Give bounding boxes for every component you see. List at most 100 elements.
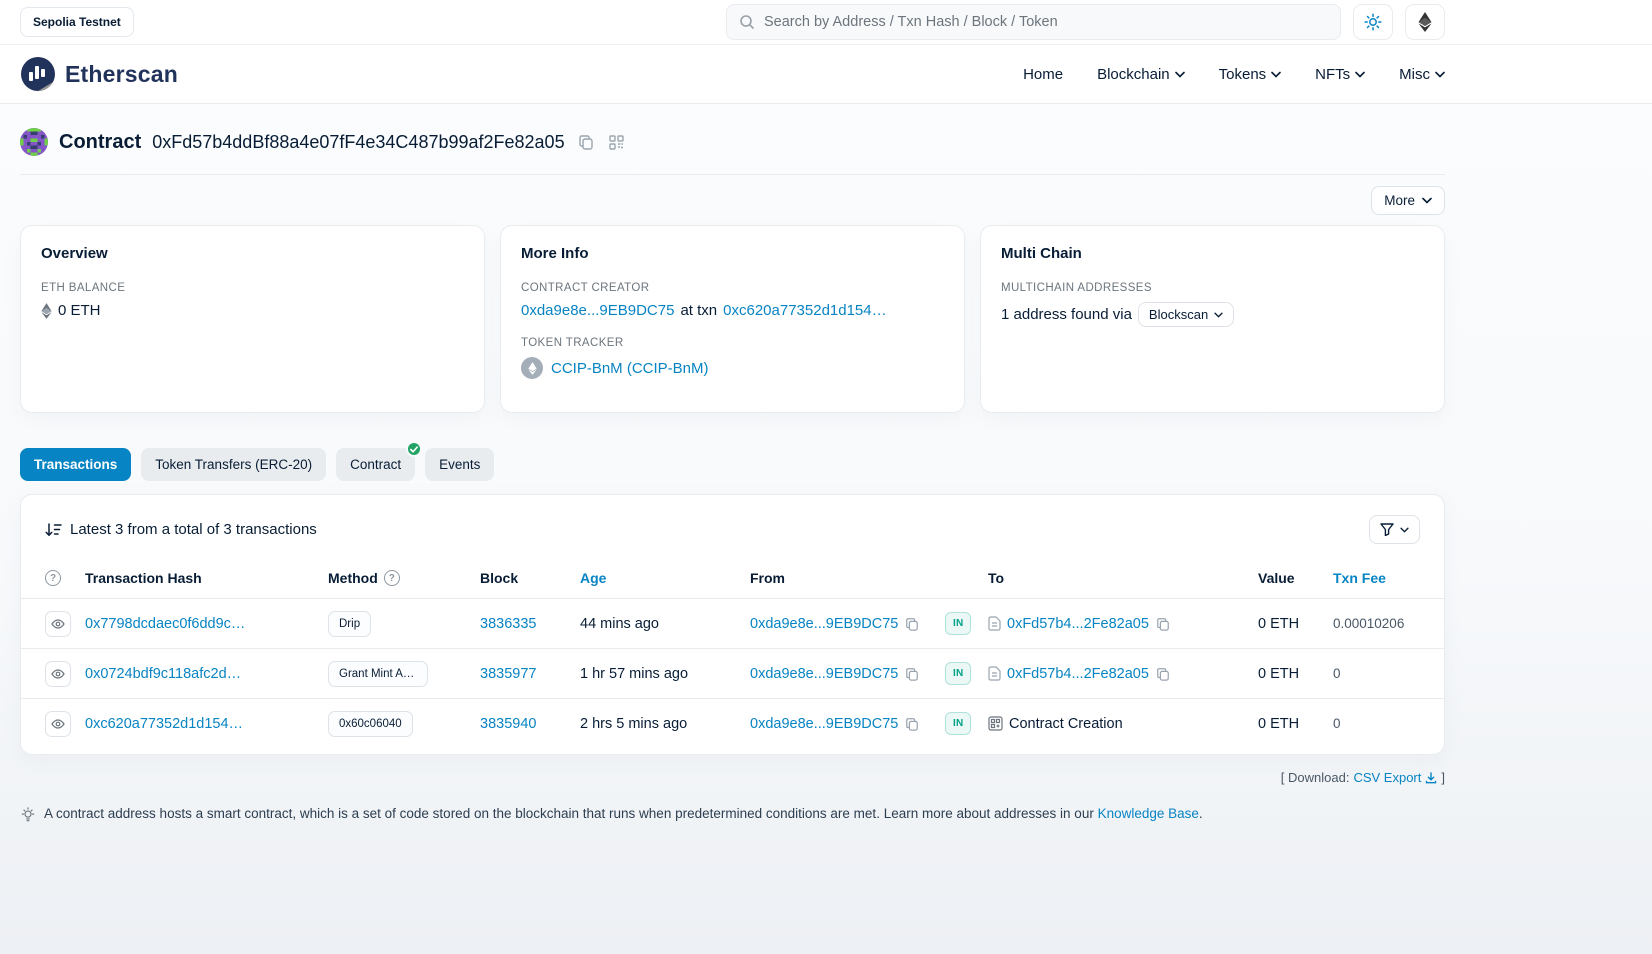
nav-item-home[interactable]: Home	[1023, 66, 1063, 83]
navbar: Etherscan Home Blockchain Tokens NFTs Mi…	[0, 44, 1652, 104]
token-icon	[521, 357, 543, 379]
method-badge: Grant Mint An…	[328, 661, 428, 687]
help-icon[interactable]: ?	[384, 570, 400, 586]
copy-icon	[905, 717, 919, 731]
to-address-link[interactable]: 0xFd57b4...2Fe82a05	[1007, 666, 1149, 682]
multi-chain-card: Multi Chain MULTICHAIN ADDRESSES 1 addre…	[980, 225, 1445, 413]
csv-export-label: CSV Export	[1353, 770, 1421, 785]
chevron-down-icon	[1435, 71, 1445, 78]
search-bar[interactable]	[726, 4, 1341, 40]
nav-item-blockchain[interactable]: Blockchain	[1097, 66, 1185, 83]
eth-balance-value: 0 ETH	[58, 302, 101, 319]
col-age[interactable]: Age	[580, 570, 750, 586]
chevron-down-icon	[1400, 527, 1409, 533]
col-txn-fee[interactable]: Txn Fee	[1333, 570, 1420, 586]
col-to: To	[988, 570, 1258, 586]
tab-events[interactable]: Events	[425, 448, 494, 481]
copy-from-button[interactable]	[904, 666, 920, 682]
method-badge: 0x60c06040	[328, 711, 413, 737]
to-address-link[interactable]: Contract Creation	[1009, 716, 1123, 732]
header-divider	[20, 174, 1445, 175]
block-link[interactable]: 3835940	[480, 716, 536, 732]
col-transaction-hash: Transaction Hash	[85, 570, 328, 586]
token-tracker-link[interactable]: CCIP-BnM (CCIP-BnM)	[551, 360, 709, 377]
preview-eye-button[interactable]	[45, 611, 71, 637]
download-icon	[1425, 772, 1437, 784]
copy-icon	[578, 134, 594, 150]
from-address-link[interactable]: 0xda9e8e...9EB9DC75	[750, 616, 898, 632]
token-tracker-label: TOKEN TRACKER	[521, 337, 944, 349]
main-content: Contract 0xFd57b4ddBf88a4e07fF4e34C487b9…	[0, 104, 1652, 954]
nav-item-tokens[interactable]: Tokens	[1219, 66, 1282, 83]
table-header-row: ? Transaction Hash Method? Block Age Fro…	[21, 558, 1444, 598]
multi-chain-card-title: Multi Chain	[1001, 245, 1424, 262]
knowledge-base-link[interactable]: Knowledge Base	[1098, 806, 1199, 821]
creator-txn-link[interactable]: 0xc620a77352d1d154…	[723, 302, 886, 319]
tab-contract[interactable]: Contract	[336, 448, 415, 481]
nav-item-nfts[interactable]: NFTs	[1315, 66, 1365, 83]
more-button-label: More	[1384, 193, 1415, 208]
txn-hash-link[interactable]: 0x7798dcdaec0f6dd9c…	[85, 616, 245, 632]
to-address-link[interactable]: 0xFd57b4...2Fe82a05	[1007, 616, 1149, 632]
table-row: 0x0724bdf9c118afc2d… Grant Mint An… 3835…	[21, 648, 1444, 698]
transactions-panel: Latest 3 from a total of 3 transactions …	[20, 494, 1445, 755]
nav-item-misc[interactable]: Misc	[1399, 66, 1445, 83]
multichain-found-text: 1 address found via	[1001, 306, 1132, 323]
from-address-link[interactable]: 0xda9e8e...9EB9DC75	[750, 666, 898, 682]
direction-badge: IN	[945, 712, 971, 735]
contract-info-note: A contract address hosts a smart contrac…	[20, 806, 1445, 823]
download-prefix: [ Download:	[1281, 770, 1350, 785]
copy-icon	[1156, 617, 1170, 631]
block-link[interactable]: 3836335	[480, 616, 536, 632]
eth-diamond-icon	[41, 303, 52, 319]
qr-code-button[interactable]	[607, 133, 626, 152]
nav-label: Home	[1023, 66, 1063, 83]
copy-icon	[1156, 667, 1170, 681]
more-info-card: More Info CONTRACT CREATOR 0xda9e8e...9E…	[500, 225, 965, 413]
tab-label: Events	[439, 457, 480, 472]
chevron-down-icon	[1355, 71, 1365, 78]
search-icon	[739, 14, 755, 30]
blockscan-dropdown[interactable]: Blockscan	[1138, 302, 1234, 327]
nav-label: NFTs	[1315, 66, 1350, 83]
copy-address-button[interactable]	[576, 132, 596, 152]
txn-hash-link[interactable]: 0x0724bdf9c118afc2d…	[85, 666, 241, 682]
txn-hash-link[interactable]: 0xc620a77352d1d154…	[85, 716, 243, 732]
filter-button[interactable]	[1369, 515, 1420, 544]
age-text: 1 hr 57 mins ago	[580, 666, 750, 682]
col-method: Method	[328, 570, 378, 586]
more-button[interactable]: More	[1371, 186, 1445, 215]
document-icon	[988, 616, 1001, 631]
preview-eye-button[interactable]	[45, 661, 71, 687]
theme-toggle-button[interactable]	[1353, 4, 1393, 40]
blockscan-dropdown-value: Blockscan	[1149, 307, 1208, 322]
creator-address-link[interactable]: 0xda9e8e...9EB9DC75	[521, 302, 674, 319]
tx-table-body: 0x7798dcdaec0f6dd9c… Drip 3836335 44 min…	[21, 598, 1444, 748]
download-row: [ Download: CSV Export ]	[20, 770, 1445, 785]
nav-label: Tokens	[1219, 66, 1267, 83]
tab-transactions[interactable]: Transactions	[20, 448, 131, 481]
sun-icon	[1364, 13, 1382, 31]
nav-label: Misc	[1399, 66, 1430, 83]
help-icon[interactable]: ?	[45, 570, 61, 586]
contract-header: Contract 0xFd57b4ddBf88a4e07fF4e34C487b9…	[20, 120, 1445, 158]
copy-from-button[interactable]	[904, 616, 920, 632]
copy-to-button[interactable]	[1155, 616, 1171, 632]
tab-token-transfers[interactable]: Token Transfers (ERC-20)	[141, 448, 326, 481]
from-address-link[interactable]: 0xda9e8e...9EB9DC75	[750, 716, 898, 732]
page-title: Contract	[59, 131, 141, 154]
search-input[interactable]	[764, 14, 1328, 30]
preview-eye-button[interactable]	[45, 711, 71, 737]
network-menu-button[interactable]	[1405, 4, 1445, 40]
copy-from-button[interactable]	[904, 716, 920, 732]
network-badge-button[interactable]: Sepolia Testnet	[20, 7, 134, 37]
download-suffix: ]	[1441, 770, 1445, 785]
tab-label: Contract	[350, 457, 401, 472]
copy-to-button[interactable]	[1155, 666, 1171, 682]
copy-icon	[905, 617, 919, 631]
overview-card: Overview ETH BALANCE 0 ETH	[20, 225, 485, 413]
csv-export-link[interactable]: CSV Export	[1353, 770, 1437, 785]
contract-address: 0xFd57b4ddBf88a4e07fF4e34C487b99af2Fe82a…	[152, 132, 564, 153]
block-link[interactable]: 3835977	[480, 666, 536, 682]
etherscan-logo[interactable]: Etherscan	[20, 56, 178, 92]
